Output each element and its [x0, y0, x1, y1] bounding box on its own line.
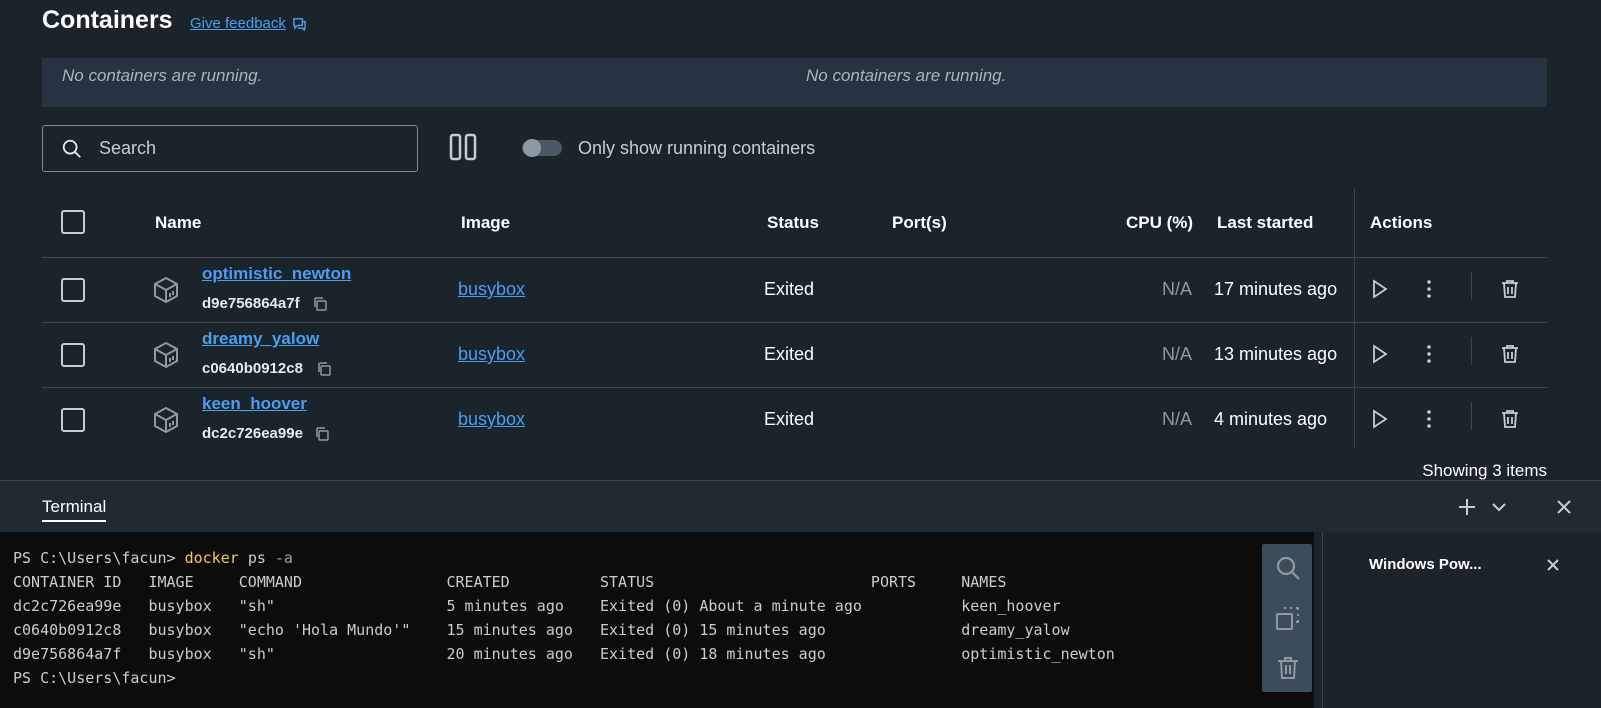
play-icon[interactable]: [1368, 408, 1390, 430]
container-name-link[interactable]: keen_hoover: [202, 394, 307, 414]
terminal-args: ps: [247, 549, 266, 567]
image-link[interactable]: busybox: [458, 409, 525, 430]
last-started: 17 minutes ago: [1214, 279, 1338, 299]
terminal-instance-label[interactable]: Windows Pow...: [1369, 556, 1482, 573]
container-id: c0640b0912c8: [202, 360, 303, 377]
terminal-final-prompt: PS C:\Users\facun>: [13, 669, 176, 687]
cpu-value: N/A: [1162, 409, 1193, 429]
more-vertical-icon[interactable]: [1418, 278, 1440, 300]
terminal-select-icon[interactable]: [1274, 604, 1302, 632]
banner-text-left: No containers are running.: [62, 66, 263, 85]
terminal-clear-icon[interactable]: [1274, 654, 1302, 682]
status-text: Exited: [764, 344, 815, 364]
container-name-link[interactable]: optimistic_newton: [202, 264, 351, 284]
container-icon: [154, 276, 178, 304]
action-divider: [1471, 402, 1472, 430]
header-actions: Actions: [1370, 213, 1433, 232]
search-box[interactable]: [42, 125, 418, 172]
plus-icon[interactable]: [1456, 496, 1478, 518]
close-icon[interactable]: [1544, 556, 1562, 574]
status-text: Exited: [764, 279, 815, 299]
terminal-text: PS C:\Users\facun> docker ps -a CONTAINER…: [13, 546, 1115, 690]
more-vertical-icon[interactable]: [1418, 408, 1440, 430]
play-icon[interactable]: [1368, 343, 1390, 365]
more-vertical-icon[interactable]: [1418, 343, 1440, 365]
action-divider: [1471, 272, 1472, 300]
terminal-line: d9e756864a7f busybox "sh" 20 minutes ago…: [13, 645, 1115, 663]
banner-text-right: No containers are running.: [806, 66, 1007, 85]
terminal-toolbar: [1262, 544, 1312, 692]
table-row[interactable]: optimistic_newton d9e756864a7f busybox E…: [0, 258, 1601, 322]
running-only-toggle[interactable]: [522, 139, 562, 157]
copy-icon[interactable]: [312, 296, 328, 312]
toggle-knob: [523, 139, 541, 157]
trash-icon[interactable]: [1499, 343, 1521, 365]
terminal-flag: -a: [274, 549, 293, 567]
toggle-label: Only show running containers: [578, 138, 816, 158]
trash-icon[interactable]: [1499, 278, 1521, 300]
terminal-header: Terminal: [0, 480, 1601, 532]
terminal-line: dc2c726ea99e busybox "sh" 5 minutes ago …: [13, 597, 1061, 615]
terminal-line: c0640b0912c8 busybox "echo 'Hola Mundo'"…: [13, 621, 1070, 639]
table-row[interactable]: keen_hoover dc2c726ea99e busybox Exited …: [0, 388, 1601, 452]
container-icon: [154, 406, 178, 434]
terminal-scrollbar[interactable]: [1314, 532, 1322, 708]
container-id: dc2c726ea99e: [202, 425, 303, 442]
row-checkbox[interactable]: [61, 343, 85, 367]
columns-icon: [449, 133, 477, 161]
header-name[interactable]: Name: [155, 213, 201, 233]
close-icon[interactable]: [1553, 496, 1575, 518]
terminal-side-panel: Windows Pow...: [1322, 532, 1601, 708]
image-link[interactable]: busybox: [458, 279, 525, 300]
row-checkbox[interactable]: [61, 278, 85, 302]
terminal-prompt: PS C:\Users\facun>: [13, 549, 176, 567]
table-row[interactable]: dreamy_yalow c0640b0912c8 busybox Exited…: [0, 323, 1601, 387]
container-icon: [154, 341, 178, 369]
terminal-line: CONTAINER ID IMAGE COMMAND CREATED STATU…: [13, 573, 1007, 591]
row-checkbox[interactable]: [61, 408, 85, 432]
terminal-command-line: PS C:\Users\facun> docker ps -a: [13, 546, 1115, 570]
last-started: 13 minutes ago: [1214, 344, 1338, 364]
header-last-started[interactable]: Last started: [1217, 213, 1313, 233]
feedback-icon: [293, 18, 306, 31]
header-cpu[interactable]: CPU (%): [1126, 213, 1193, 233]
cpu-value: N/A: [1162, 279, 1193, 299]
select-all-checkbox[interactable]: [61, 210, 85, 234]
copy-icon[interactable]: [316, 361, 332, 377]
items-count: Showing 3 items: [1422, 461, 1547, 480]
header-image[interactable]: Image: [461, 213, 510, 233]
copy-icon[interactable]: [314, 426, 330, 442]
give-feedback-label: Give feedback: [190, 15, 286, 32]
search-input[interactable]: [99, 138, 379, 159]
terminal-output[interactable]: PS C:\Users\facun> docker ps -a CONTAINER…: [0, 532, 1322, 708]
running-containers-banner: No containers are running. No containers…: [42, 58, 1547, 107]
header-ports[interactable]: Port(s): [892, 213, 947, 233]
chevron-down-icon[interactable]: [1488, 496, 1510, 518]
page-title: Containers: [42, 6, 173, 34]
status-text: Exited: [764, 409, 815, 429]
play-icon[interactable]: [1368, 278, 1390, 300]
give-feedback-link[interactable]: Give feedback: [190, 15, 307, 32]
container-name-link[interactable]: dreamy_yalow: [202, 329, 319, 349]
tab-terminal[interactable]: Terminal: [42, 497, 107, 522]
action-divider: [1471, 337, 1472, 365]
trash-icon[interactable]: [1499, 408, 1521, 430]
terminal-command: docker: [184, 549, 239, 567]
image-link[interactable]: busybox: [458, 344, 525, 365]
header-status[interactable]: Status: [767, 213, 819, 233]
container-id: d9e756864a7f: [202, 295, 300, 312]
terminal-search-icon[interactable]: [1274, 554, 1302, 582]
cpu-value: N/A: [1162, 344, 1193, 364]
search-icon: [62, 139, 81, 158]
columns-button[interactable]: [449, 132, 477, 162]
last-started: 4 minutes ago: [1214, 409, 1328, 429]
